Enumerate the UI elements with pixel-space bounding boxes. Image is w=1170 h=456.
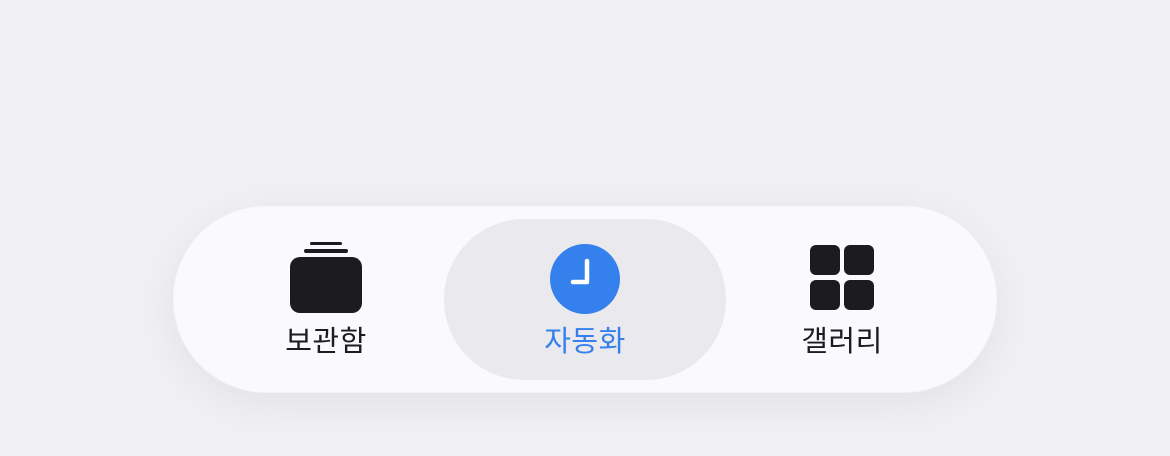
tab-automation[interactable]: 자동화	[444, 219, 726, 380]
tab-bar: 보관함 자동화 갤러리	[174, 207, 996, 392]
tab-gallery[interactable]: 갤러리	[732, 219, 952, 380]
tab-gallery-label: 갤러리	[801, 324, 883, 358]
app-screen: 보관함 자동화 갤러리	[0, 0, 1170, 456]
tab-library[interactable]: 보관함	[216, 219, 436, 380]
clock-icon	[547, 241, 623, 317]
library-stack-icon	[288, 241, 364, 317]
gallery-grid-icon	[804, 241, 880, 317]
tab-automation-label: 자동화	[544, 324, 626, 358]
tab-library-label: 보관함	[285, 324, 367, 358]
